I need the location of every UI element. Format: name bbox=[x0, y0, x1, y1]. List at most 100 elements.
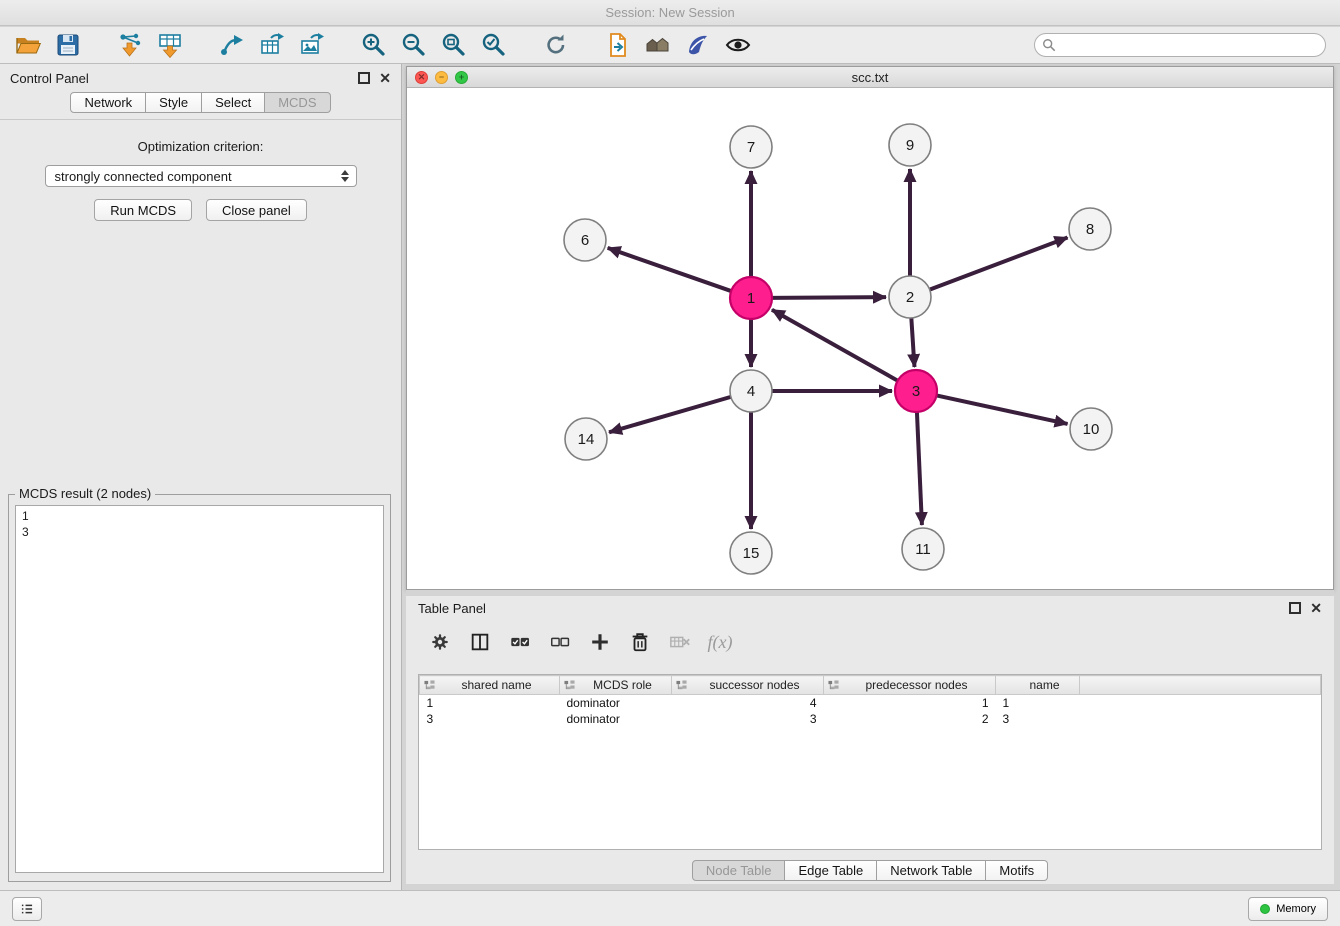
mcds-buttons-row: Run MCDS Close panel bbox=[0, 199, 401, 221]
select-all-button[interactable] bbox=[502, 626, 538, 658]
import-network-button[interactable] bbox=[112, 29, 148, 61]
cell-shared-name[interactable]: 3 bbox=[420, 711, 560, 727]
select-all-icon bbox=[509, 631, 531, 653]
list-icon bbox=[18, 901, 36, 917]
table-panel-title: Table Panel bbox=[418, 601, 486, 616]
save-session-button[interactable] bbox=[50, 29, 86, 61]
fx-icon: f(x) bbox=[708, 632, 733, 653]
add-row-button[interactable] bbox=[582, 626, 618, 658]
function-builder-button[interactable]: f(x) bbox=[702, 626, 738, 658]
export-image-button[interactable] bbox=[294, 29, 330, 61]
close-table-panel-icon[interactable]: ✕ bbox=[1310, 602, 1322, 614]
tab-motifs[interactable]: Motifs bbox=[986, 860, 1048, 881]
memory-button[interactable]: Memory bbox=[1248, 897, 1328, 921]
zoom-out-button[interactable] bbox=[396, 29, 432, 61]
run-mcds-button[interactable]: Run MCDS bbox=[94, 199, 192, 221]
cell-name[interactable]: 1 bbox=[996, 695, 1080, 711]
float-table-panel-icon[interactable] bbox=[1289, 602, 1301, 614]
graph-edge-2-3[interactable] bbox=[911, 318, 914, 367]
delete-column-icon bbox=[669, 631, 691, 653]
columns-icon bbox=[469, 631, 491, 653]
column-label: successor nodes bbox=[709, 678, 799, 692]
network-graph[interactable]: 7968124314101511 bbox=[407, 89, 1333, 589]
table-settings-button[interactable] bbox=[422, 626, 458, 658]
table-row[interactable]: 1 dominator 4 1 1 bbox=[420, 695, 1321, 711]
criterion-dropdown[interactable]: strongly connected component bbox=[45, 165, 357, 187]
tab-node-table[interactable]: Node Table bbox=[692, 860, 786, 881]
plus-icon bbox=[589, 631, 611, 653]
tab-style[interactable]: Style bbox=[146, 92, 202, 113]
cell-mcds-role[interactable]: dominator bbox=[560, 695, 672, 711]
export-table-button[interactable] bbox=[254, 29, 290, 61]
graph-node-label: 9 bbox=[906, 137, 914, 154]
refresh-view-button[interactable] bbox=[538, 29, 574, 61]
delete-column-button[interactable] bbox=[662, 626, 698, 658]
task-history-button[interactable] bbox=[12, 897, 42, 921]
column-header-name[interactable]: name bbox=[996, 676, 1080, 695]
graph-edge-2-8[interactable] bbox=[930, 237, 1068, 289]
column-header-shared-name[interactable]: shared name bbox=[420, 676, 560, 695]
export-network-button[interactable] bbox=[214, 29, 250, 61]
zoom-fit-button[interactable] bbox=[436, 29, 472, 61]
graph-node-label: 7 bbox=[747, 139, 755, 156]
window-zoom-icon[interactable]: + bbox=[455, 71, 468, 84]
control-panel: Control Panel ✕ Network Style Select MCD… bbox=[0, 64, 402, 890]
tab-network[interactable]: Network bbox=[70, 92, 146, 113]
nested-networks-button[interactable] bbox=[640, 29, 676, 61]
network-canvas[interactable]: 7968124314101511 bbox=[407, 89, 1333, 589]
show-columns-button[interactable] bbox=[462, 626, 498, 658]
column-header-successor-nodes[interactable]: successor nodes bbox=[672, 676, 824, 695]
import-network-icon bbox=[117, 32, 143, 58]
deselect-all-button[interactable] bbox=[542, 626, 578, 658]
mcds-result-box[interactable]: 1 3 bbox=[15, 505, 384, 873]
tab-select[interactable]: Select bbox=[202, 92, 265, 113]
cell-successor-nodes[interactable]: 3 bbox=[672, 711, 824, 727]
window-minimize-icon[interactable]: − bbox=[435, 71, 448, 84]
graph-edge-3-10[interactable] bbox=[937, 395, 1068, 423]
share-document-button[interactable] bbox=[600, 29, 636, 61]
styles-button[interactable] bbox=[680, 29, 716, 61]
window-titlebar: Session: New Session bbox=[0, 0, 1340, 26]
traffic-lights: ✕ − + bbox=[415, 67, 468, 87]
mcds-result-fieldset: MCDS result (2 nodes) 1 3 bbox=[8, 494, 391, 882]
control-panel-header: Control Panel ✕ bbox=[0, 64, 401, 92]
tab-mcds[interactable]: MCDS bbox=[265, 92, 330, 113]
cell-successor-nodes[interactable]: 4 bbox=[672, 695, 824, 711]
cell-mcds-role[interactable]: dominator bbox=[560, 711, 672, 727]
delete-row-button[interactable] bbox=[622, 626, 658, 658]
window-close-icon[interactable]: ✕ bbox=[415, 71, 428, 84]
column-header-mcds-role[interactable]: MCDS role bbox=[560, 676, 672, 695]
close-panel-icon[interactable]: ✕ bbox=[379, 72, 391, 84]
float-panel-icon[interactable] bbox=[358, 72, 370, 84]
table-row[interactable]: 3 dominator 3 2 3 bbox=[420, 711, 1321, 727]
tab-separator bbox=[0, 119, 401, 120]
import-table-button[interactable] bbox=[152, 29, 188, 61]
graph-edge-3-1[interactable] bbox=[772, 310, 898, 381]
cell-shared-name[interactable]: 1 bbox=[420, 695, 560, 711]
graph-edge-3-11[interactable] bbox=[917, 412, 922, 525]
memory-label: Memory bbox=[1276, 903, 1316, 915]
search-input[interactable] bbox=[1034, 33, 1326, 57]
network-window-title: scc.txt bbox=[852, 70, 889, 85]
cell-name[interactable]: 3 bbox=[996, 711, 1080, 727]
graph-edge-4-14[interactable] bbox=[609, 397, 731, 432]
tab-network-table[interactable]: Network Table bbox=[877, 860, 986, 881]
zoom-in-button[interactable] bbox=[356, 29, 392, 61]
cell-predecessor-nodes[interactable]: 1 bbox=[824, 695, 996, 711]
graph-node-label: 11 bbox=[915, 541, 931, 558]
close-panel-button[interactable]: Close panel bbox=[206, 199, 307, 221]
zoom-selected-button[interactable] bbox=[476, 29, 512, 61]
tab-edge-table[interactable]: Edge Table bbox=[785, 860, 877, 881]
network-window-titlebar[interactable]: ✕ − + scc.txt bbox=[407, 67, 1333, 88]
graph-edge-1-2[interactable] bbox=[772, 297, 886, 298]
graph-edge-1-6[interactable] bbox=[608, 248, 732, 291]
cell-predecessor-nodes[interactable]: 2 bbox=[824, 711, 996, 727]
attribute-icon bbox=[828, 680, 839, 691]
column-header-predecessor-nodes[interactable]: predecessor nodes bbox=[824, 676, 996, 695]
cell-filler bbox=[1080, 695, 1321, 711]
open-session-button[interactable] bbox=[10, 29, 46, 61]
import-table-icon bbox=[157, 32, 183, 58]
dropdown-stepper-icon bbox=[341, 170, 349, 182]
show-hide-button[interactable] bbox=[720, 29, 756, 61]
table-panel-header: Table Panel ✕ bbox=[406, 596, 1334, 620]
